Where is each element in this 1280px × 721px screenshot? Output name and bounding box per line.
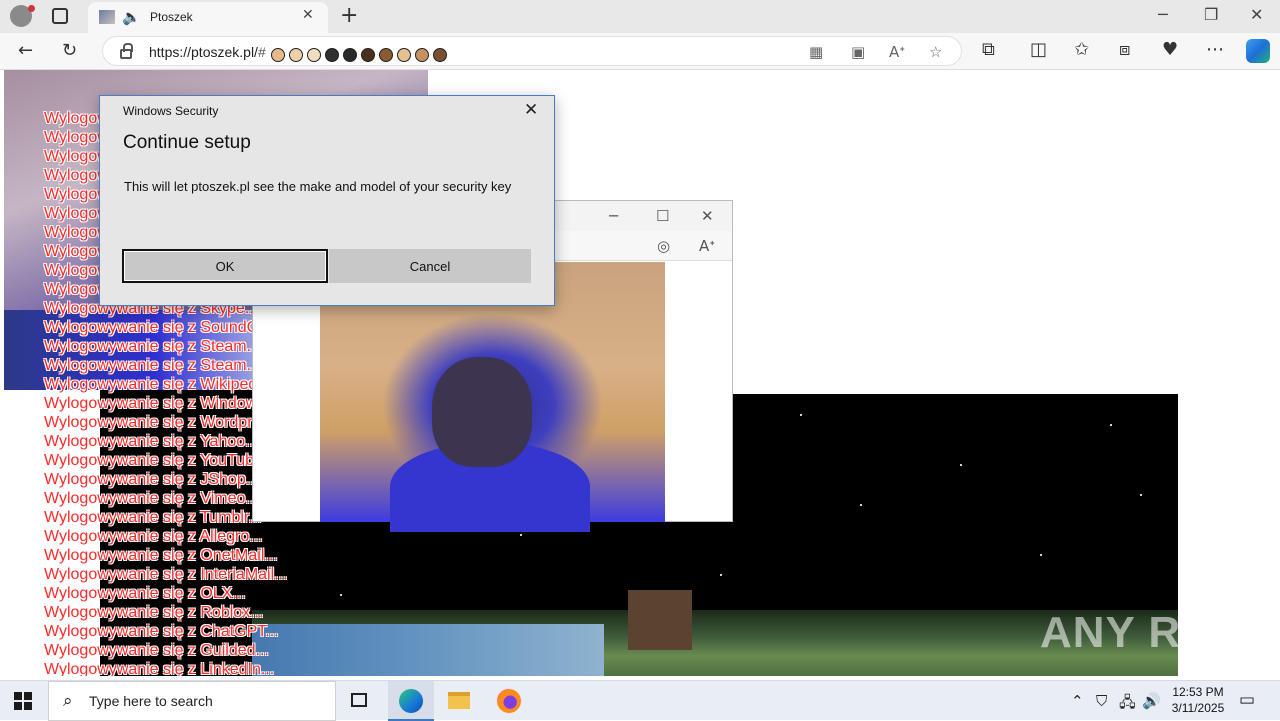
- face-emoji-icon: [415, 47, 429, 62]
- clipboard-icon[interactable]: ▣: [851, 43, 865, 61]
- volume-icon[interactable]: 🔊: [1142, 692, 1161, 710]
- logout-line: Wylogowywanie się z Guilded...: [44, 642, 269, 659]
- cancel-button[interactable]: Cancel: [329, 249, 531, 283]
- split-screen-icon[interactable]: ◫: [1030, 39, 1047, 60]
- favorite-star-icon[interactable]: ☆: [929, 43, 942, 61]
- star: [1110, 424, 1112, 426]
- extensions-icon[interactable]: ⧉: [982, 39, 995, 60]
- speaker-icon[interactable]: 🔈: [122, 8, 141, 26]
- logout-line: Wylogowywanie się z InteriaMail...: [44, 566, 288, 583]
- star: [1140, 494, 1142, 496]
- new-tab-icon[interactable]: +: [340, 3, 358, 28]
- face-emoji-icon: [271, 47, 285, 62]
- notifications-icon[interactable]: ▭: [1239, 690, 1255, 710]
- logout-line: Wylogowywanie się z OLX...: [44, 585, 246, 602]
- clock-date: 3/11/2025: [1171, 701, 1225, 715]
- lock-icon[interactable]: [120, 43, 133, 59]
- anyrun-watermark: ANY RUN: [1040, 608, 1247, 657]
- logout-line: Wylogowywanie się z Roblox...: [44, 604, 264, 621]
- face-emoji-icon: [289, 47, 303, 62]
- ruin-structure: [628, 590, 692, 650]
- url-emoji-faces: [271, 44, 451, 63]
- face-emoji-icon: [307, 47, 321, 62]
- windows-start-icon[interactable]: [14, 692, 32, 710]
- dialog-message: This will let ptoszek.pl see the make an…: [124, 179, 512, 194]
- star: [960, 464, 962, 466]
- url-host: https://ptoszek.pl/: [149, 44, 258, 60]
- logout-line: Wylogowywanie się z OnetMail...: [44, 547, 278, 564]
- clock-time: 12:53 PM: [1172, 685, 1224, 699]
- star: [720, 574, 722, 576]
- read-aloud-icon[interactable]: Aᐩ: [889, 43, 905, 61]
- security-tray-icon[interactable]: ⛉: [1096, 692, 1107, 710]
- browser-tab-bar: 🔈 Ptoszek ✕ + ─ ❐ ✕: [0, 0, 1280, 33]
- tab-actions-icon[interactable]: [52, 8, 68, 24]
- star: [800, 414, 802, 416]
- app-available-icon[interactable]: ▦: [809, 43, 823, 61]
- restore-icon[interactable]: ❐: [1204, 5, 1218, 24]
- face-emoji-icon: [325, 47, 339, 62]
- url-text[interactable]: https://ptoszek.pl/#: [149, 44, 266, 60]
- logout-line: Wylogowywanie się z Allegro...: [44, 528, 263, 545]
- popup-view-icon[interactable]: ◎: [657, 237, 670, 255]
- tab-close-icon[interactable]: ✕: [302, 7, 314, 23]
- browser-toolbar: ← ↻ https://ptoszek.pl/# ▦ ▣ Aᐩ ☆ ⧉ ◫ ✩ …: [0, 33, 1280, 70]
- face-emoji-icon: [361, 47, 375, 62]
- show-hidden-icons-icon[interactable]: ⌃: [1071, 692, 1084, 710]
- dialog-app-name: Windows Security: [123, 104, 219, 118]
- taskbar-search-box[interactable]: ⌕ Type here to search: [48, 681, 336, 721]
- logout-line: Wylogowywanie się z LinkedIn...: [44, 661, 275, 676]
- video-person-head: [432, 357, 532, 467]
- search-icon: ⌕: [63, 691, 73, 711]
- search-placeholder: Type here to search: [89, 693, 213, 709]
- close-window-icon[interactable]: ✕: [1250, 5, 1263, 24]
- minimize-icon[interactable]: ─: [1158, 5, 1168, 24]
- face-emoji-icon: [343, 47, 357, 62]
- tab-title: Ptoszek: [150, 10, 193, 24]
- face-emoji-icon: [397, 47, 411, 62]
- popup-read-aloud-icon[interactable]: Aᐩ: [699, 237, 715, 255]
- collections-icon[interactable]: ⧈: [1119, 39, 1130, 60]
- firefox-icon[interactable]: [486, 681, 532, 721]
- dialog-title: Continue setup: [123, 132, 251, 153]
- network-icon[interactable]: 🖧: [1119, 692, 1136, 717]
- star: [520, 534, 522, 536]
- task-view-icon[interactable]: [337, 681, 383, 721]
- performance-icon[interactable]: ♥: [1162, 39, 1178, 60]
- popup-close-icon[interactable]: ✕: [701, 207, 714, 225]
- popup-minimize-icon[interactable]: ─: [609, 207, 618, 225]
- star: [340, 594, 342, 596]
- edge-taskbar-icon[interactable]: [388, 681, 434, 721]
- refresh-icon[interactable]: ↻: [62, 40, 77, 61]
- more-options-icon[interactable]: ⋯: [1206, 39, 1224, 60]
- address-bar[interactable]: https://ptoszek.pl/# ▦ ▣ Aᐩ ☆: [102, 36, 962, 66]
- star: [860, 504, 862, 506]
- url-hash: #: [257, 44, 266, 60]
- taskbar-clock[interactable]: 12:53 PM 3/11/2025: [1160, 684, 1236, 716]
- logout-line: Wylogowywanie się z ChatGPT...: [44, 623, 279, 640]
- face-emoji-icon: [433, 47, 447, 62]
- tab-favicon-icon: [99, 10, 115, 24]
- face-emoji-icon: [379, 47, 393, 62]
- star: [1040, 554, 1042, 556]
- tab-ptoszek[interactable]: 🔈 Ptoszek ✕: [88, 2, 328, 33]
- dialog-close-icon[interactable]: ✕: [524, 100, 538, 120]
- favorites-icon[interactable]: ✩: [1074, 39, 1089, 60]
- profile-notification-dot: [28, 5, 35, 12]
- copilot-icon[interactable]: [1246, 39, 1270, 63]
- windows-taskbar: ⌕ Type here to search ⌃ ⛉ 🖧 🔊 12:53 PM 3…: [0, 680, 1280, 721]
- windows-security-dialog: Windows Security ✕ Continue setup This w…: [99, 95, 555, 306]
- ok-button[interactable]: OK: [122, 249, 328, 283]
- popup-maximize-icon[interactable]: ☐: [656, 207, 669, 225]
- back-icon[interactable]: ←: [18, 40, 33, 61]
- file-explorer-icon[interactable]: [436, 681, 482, 721]
